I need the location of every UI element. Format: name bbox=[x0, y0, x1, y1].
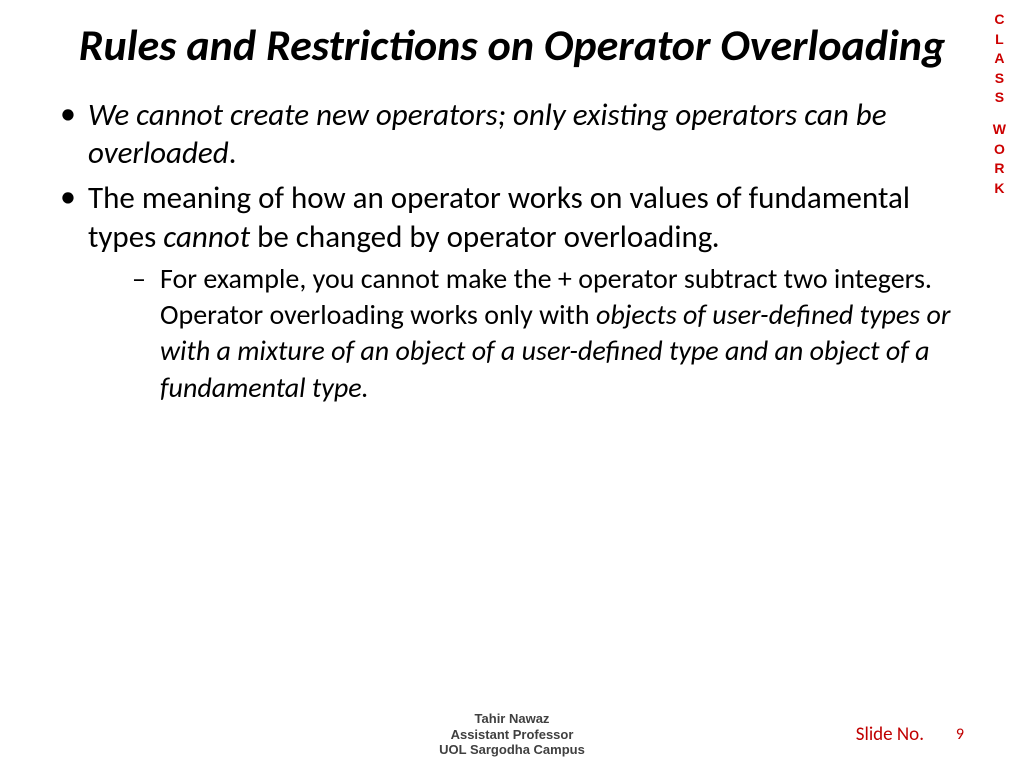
slide-number-value: 9 bbox=[956, 725, 964, 744]
bullet-2-period: . bbox=[712, 218, 720, 256]
bullet-item-2: The meaning of how an operator works on … bbox=[50, 179, 974, 406]
side-letter: S bbox=[995, 88, 1004, 108]
side-letter: C bbox=[994, 10, 1004, 30]
bullet-1-text-italic: We cannot create new operators; only exi… bbox=[88, 96, 887, 173]
footer-author: Tahir Nawaz bbox=[439, 711, 585, 727]
side-letter: L bbox=[995, 30, 1004, 50]
side-letter: O bbox=[994, 140, 1005, 160]
footer-title: Assistant Professor bbox=[439, 727, 585, 743]
content-area: We cannot create new operators; only exi… bbox=[0, 81, 1024, 407]
bullet-1-period: . bbox=[229, 134, 237, 172]
slide-number-label: Slide No. bbox=[856, 723, 924, 746]
side-letter: A bbox=[994, 49, 1004, 69]
footer-credit: Tahir Nawaz Assistant Professor UOL Sarg… bbox=[439, 711, 585, 758]
side-letter: R bbox=[994, 159, 1004, 179]
side-letter: K bbox=[994, 179, 1004, 199]
slide-title: Rules and Restrictions on Operator Overl… bbox=[0, 0, 1024, 81]
sub-bullet-item-1: For example, you cannot make the + opera… bbox=[88, 261, 974, 407]
side-letter: W bbox=[993, 120, 1006, 140]
bullet-item-1: We cannot create new operators; only exi… bbox=[50, 96, 974, 174]
bullet-list: We cannot create new operators; only exi… bbox=[50, 96, 974, 407]
side-letter: S bbox=[995, 69, 1004, 89]
bullet-2-cannot: cannot bbox=[163, 218, 250, 256]
bullet-2-text-b: be changed by operator overloading bbox=[250, 218, 712, 256]
class-work-label: C L A S S W O R K bbox=[993, 10, 1006, 198]
footer-campus: UOL Sargodha Campus bbox=[439, 742, 585, 758]
